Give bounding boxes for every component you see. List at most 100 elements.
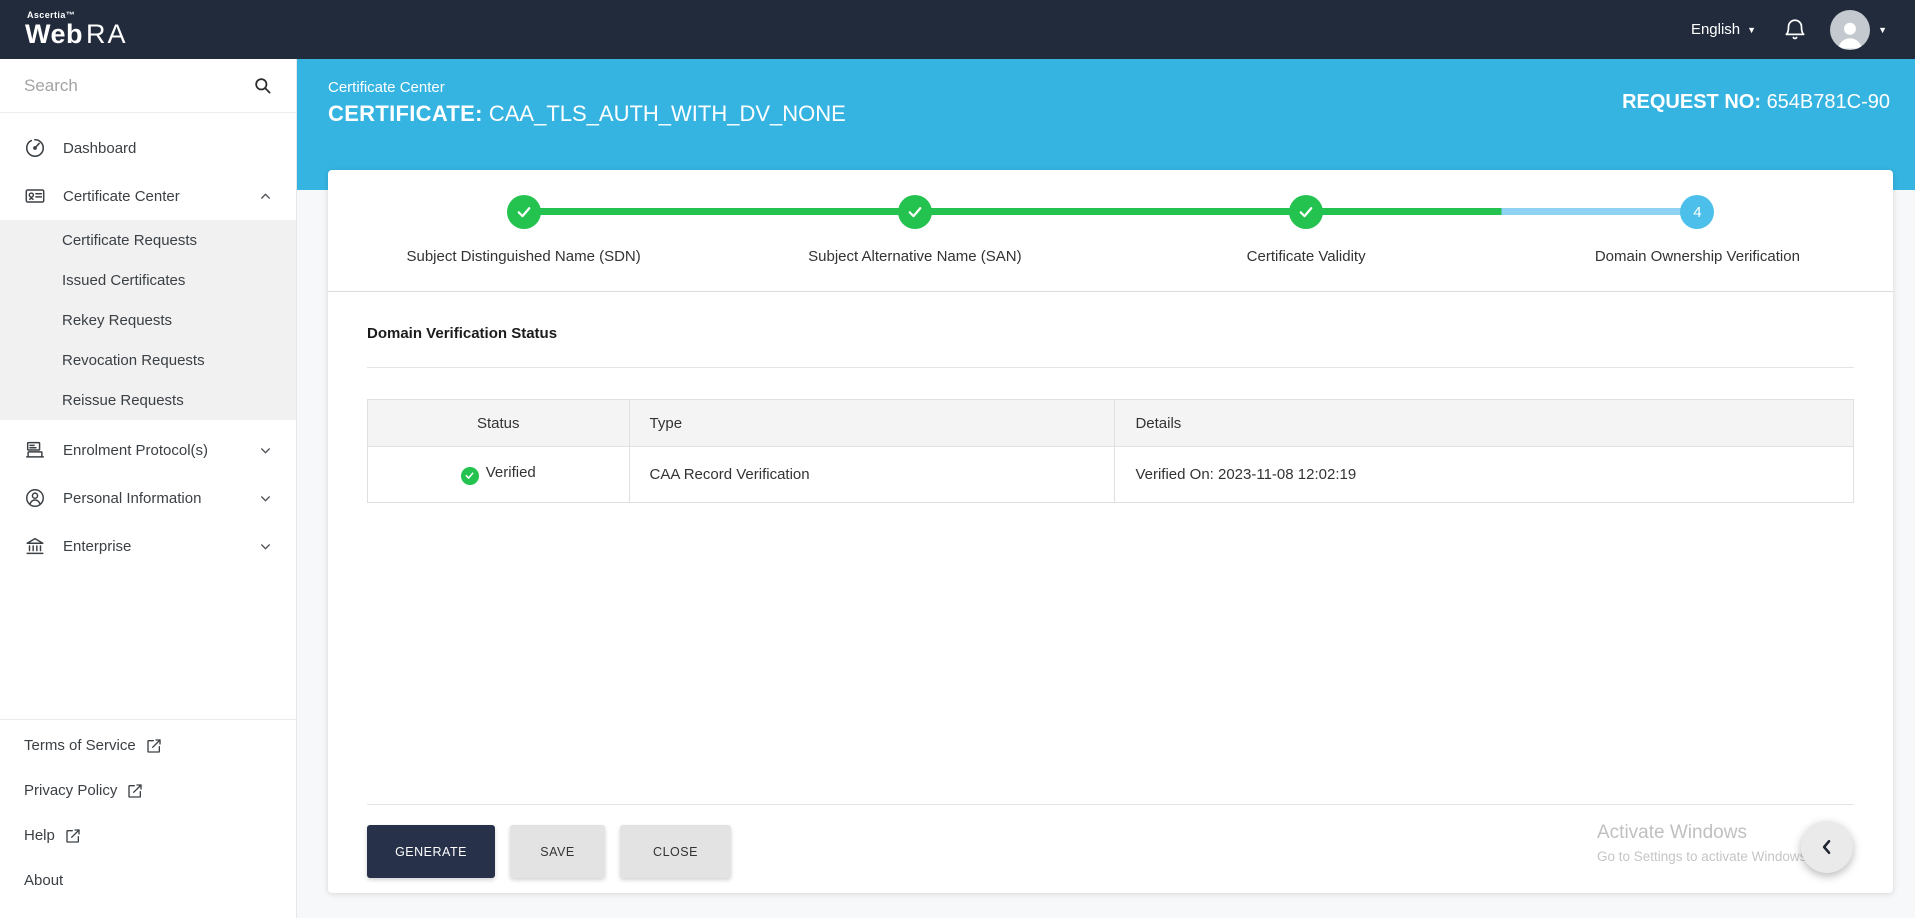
generate-button[interactable]: GENERATE (367, 825, 495, 878)
sidebar-search (0, 59, 296, 113)
page-title-value: CAA_TLS_AUTH_WITH_DV_NONE (489, 101, 846, 126)
brand-web: Web (25, 19, 83, 49)
sidebar-item-label: Certificate Center (63, 188, 180, 205)
step-san[interactable]: Subject Alternative Name (SAN) (719, 170, 1110, 291)
user-menu[interactable]: ▼ (1830, 10, 1887, 50)
step-sdn[interactable]: Subject Distinguished Name (SDN) (328, 170, 719, 291)
footer-link-label: Terms of Service (24, 737, 136, 754)
step-active-number: 4 (1680, 195, 1714, 229)
request-number-label: REQUEST NO: (1622, 91, 1761, 113)
main-area: Certificate Center CERTIFICATE: CAA_TLS_… (297, 59, 1915, 918)
notifications-button[interactable] (1782, 17, 1808, 43)
sidebar-item-personal-information[interactable]: Personal Information (0, 474, 296, 522)
chevron-down-icon: ▼ (1747, 25, 1756, 35)
card-content: Domain Verification Status Status Type D… (328, 325, 1893, 503)
certificate-icon (24, 185, 46, 207)
step-label: Certificate Validity (1111, 248, 1502, 265)
submenu-label: Rekey Requests (62, 312, 172, 329)
sidebar-item-revocation-requests[interactable]: Revocation Requests (0, 340, 296, 380)
sidebar-item-label: Enrolment Protocol(s) (63, 442, 208, 459)
privacy-policy-link[interactable]: Privacy Policy (0, 768, 296, 813)
details-cell: Verified On: 2023-11-08 12:02:19 (1115, 447, 1854, 503)
step-label: Subject Alternative Name (SAN) (719, 248, 1110, 265)
close-button[interactable]: CLOSE (620, 825, 731, 878)
sidebar-item-rekey-requests[interactable]: Rekey Requests (0, 300, 296, 340)
step-domain-ownership-verification[interactable]: 4 Domain Ownership Verification (1502, 170, 1893, 291)
section-title: Domain Verification Status (367, 325, 1854, 342)
chevron-up-icon (259, 190, 272, 203)
verification-table: Status Type Details Verified CAA Record … (367, 399, 1854, 503)
sidebar-item-label: Personal Information (63, 490, 201, 507)
check-icon (906, 203, 924, 221)
column-header-details: Details (1115, 400, 1854, 447)
breadcrumb: Certificate Center (328, 79, 846, 96)
sidebar-item-certificate-requests[interactable]: Certificate Requests (0, 220, 296, 260)
dashboard-icon (24, 137, 46, 159)
check-icon (515, 203, 533, 221)
sidebar-item-issued-certificates[interactable]: Issued Certificates (0, 260, 296, 300)
status-text: Verified (486, 464, 536, 481)
avatar (1830, 10, 1870, 50)
submenu-label: Reissue Requests (62, 392, 184, 409)
submenu-label: Certificate Requests (62, 232, 197, 249)
sidebar-item-certificate-center[interactable]: Certificate Center (0, 172, 296, 220)
brand-webra: WebRA (25, 19, 128, 49)
search-icon[interactable] (253, 76, 272, 95)
type-cell: CAA Record Verification (629, 447, 1115, 503)
stepper-connector-3 (1321, 208, 1682, 215)
external-link-icon (127, 783, 143, 799)
request-number-value: 654B781C-90 (1767, 91, 1890, 113)
save-button[interactable]: SAVE (510, 825, 605, 878)
sidebar-item-enterprise[interactable]: Enterprise (0, 522, 296, 570)
bank-icon (24, 535, 46, 557)
content-card: Subject Distinguished Name (SDN) Subject… (328, 170, 1893, 893)
chevron-down-icon: ▼ (1878, 25, 1887, 35)
enrolment-protocol-icon (24, 439, 46, 461)
sidebar-item-label: Dashboard (63, 140, 136, 157)
sidebar-item-reissue-requests[interactable]: Reissue Requests (0, 380, 296, 420)
action-buttons: GENERATE SAVE CLOSE (367, 825, 731, 878)
sidebar-item-enrolment-protocols[interactable]: Enrolment Protocol(s) (0, 426, 296, 474)
chevron-down-icon (259, 444, 272, 457)
bell-icon (1782, 17, 1808, 43)
help-link[interactable]: Help (0, 813, 296, 858)
sidebar-footer: Terms of Service Privacy Policy Help Abo… (0, 719, 296, 903)
step-complete-icon (1289, 195, 1323, 229)
person-circle-icon (24, 487, 46, 509)
stepper-connector-1 (539, 208, 900, 215)
external-link-icon (65, 828, 81, 844)
wizard-stepper: Subject Distinguished Name (SDN) Subject… (328, 170, 1893, 292)
request-number: REQUEST NO: 654B781C-90 (1622, 91, 1890, 114)
language-label: English (1691, 21, 1740, 38)
language-selector[interactable]: English ▼ (1691, 21, 1756, 38)
page-header-titles: Certificate Center CERTIFICATE: CAA_TLS_… (328, 79, 846, 127)
step-complete-icon (507, 195, 541, 229)
collapse-panel-button[interactable] (1801, 821, 1853, 873)
external-link-icon (146, 738, 162, 754)
table-row: Verified CAA Record Verification Verifie… (368, 447, 1854, 503)
step-certificate-validity[interactable]: Certificate Validity (1111, 170, 1502, 291)
app-logo: Ascertia™ WebRA (25, 11, 128, 48)
submenu-label: Revocation Requests (62, 352, 205, 369)
top-navbar: Ascertia™ WebRA English ▼ ▼ (0, 0, 1915, 59)
sidebar-nav: Dashboard Certificate Center Certificate… (0, 113, 296, 570)
search-input[interactable] (24, 76, 253, 96)
submenu-label: Issued Certificates (62, 272, 185, 289)
sidebar-item-dashboard[interactable]: Dashboard (0, 124, 296, 172)
section-divider (367, 367, 1854, 368)
page-title-label: CERTIFICATE: (328, 101, 483, 126)
status-cell: Verified (368, 447, 630, 503)
terms-of-service-link[interactable]: Terms of Service (0, 723, 296, 768)
check-icon (1297, 203, 1315, 221)
column-header-status: Status (368, 400, 630, 447)
about-link[interactable]: About (0, 858, 296, 903)
person-icon (1833, 16, 1867, 50)
navbar-right: English ▼ ▼ (1691, 10, 1887, 50)
step-label: Domain Ownership Verification (1502, 248, 1893, 265)
sidebar-group-2: Enrolment Protocol(s) Personal Informati… (0, 426, 296, 570)
page-title: CERTIFICATE: CAA_TLS_AUTH_WITH_DV_NONE (328, 101, 846, 127)
chevron-left-icon (1817, 837, 1837, 857)
chevron-down-icon (259, 540, 272, 553)
footer-link-label: Privacy Policy (24, 782, 117, 799)
table-header-row: Status Type Details (368, 400, 1854, 447)
